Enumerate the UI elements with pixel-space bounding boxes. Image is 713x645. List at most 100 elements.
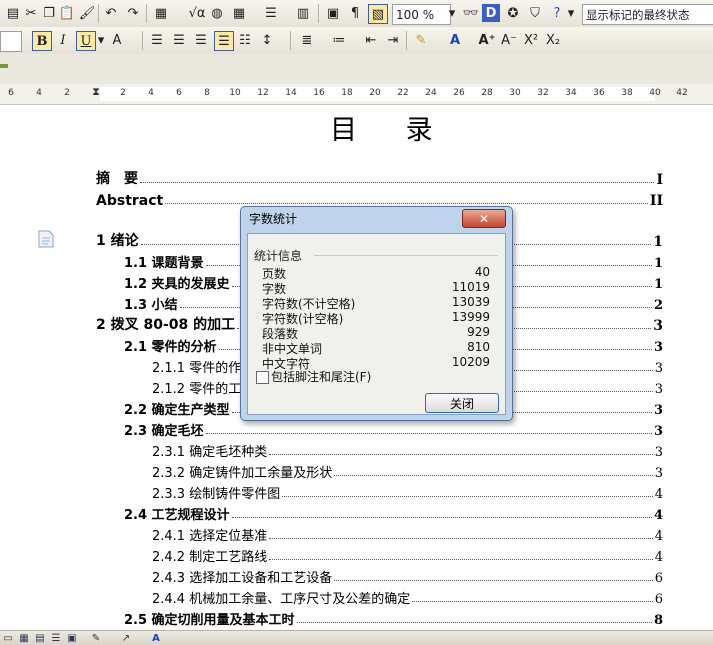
draw-icon[interactable]: ✎	[90, 632, 102, 644]
undo-icon[interactable]: ↶	[102, 4, 120, 22]
justify-icon[interactable]: ☰	[214, 31, 234, 51]
grow-font-icon[interactable]: A⁺	[478, 31, 496, 49]
distribute-icon[interactable]: ☷	[236, 31, 254, 49]
toc-page-number: 3	[653, 403, 663, 418]
toc-page-number: 1	[653, 256, 663, 271]
toc-entry-text: 2.4 工艺规程设计	[124, 508, 230, 523]
dialog-body: 统计信息 页数 40 字数 11019 字符数(不计空格) 13039 字符数(计空格…	[247, 233, 506, 415]
toc-entry-text: 1.3 小结	[124, 298, 178, 313]
outline-view-icon[interactable]: ☰	[50, 632, 62, 644]
toc-page-number: 1	[653, 277, 663, 292]
include-footnotes-label[interactable]: 包括脚注和尾注(F)	[271, 368, 371, 385]
include-footnotes-checkbox[interactable]	[256, 371, 269, 384]
toc-entry-text: 2 拨叉 80-08 的加工	[96, 317, 236, 333]
underline-dropdown-icon[interactable]: ▾	[96, 31, 106, 49]
copy-icon[interactable]: ❐	[40, 4, 58, 22]
more-icon[interactable]: ▾	[566, 4, 576, 22]
format-painter-icon[interactable]: 🖌	[78, 4, 96, 22]
toc-entry[interactable]: 2.5 确定切削用量及基本工时 8	[124, 607, 663, 628]
gift-icon[interactable]: ✪	[504, 4, 522, 22]
table-icon[interactable]: ▦	[230, 4, 248, 22]
show-hide-icon[interactable]: ¶	[346, 4, 364, 22]
align-left-icon[interactable]: ☰	[148, 31, 166, 49]
toc-page-number: 1	[653, 234, 663, 250]
toc-leader	[231, 517, 652, 518]
web-view-icon[interactable]: ▦	[18, 632, 30, 644]
print-view-icon[interactable]: ▤	[34, 632, 46, 644]
italic-button[interactable]: I	[54, 31, 72, 49]
toc-entry-text: 2.3.1 确定毛坯种类	[152, 445, 268, 460]
indent-marker[interactable]: ⧗	[86, 85, 106, 99]
toc-entry[interactable]: 2.4.4 机械加工余量、工序尺寸及公差的确定 6	[152, 586, 663, 607]
toc-page-number: I	[656, 172, 663, 188]
help-icon[interactable]: ?	[548, 4, 566, 22]
save-icon[interactable]: ▤	[4, 4, 22, 22]
align-center-icon[interactable]: ☰	[170, 31, 188, 49]
toc-page-number: 8	[653, 613, 663, 628]
toc-entry[interactable]: 2.3.1 确定毛坯种类 3	[152, 439, 663, 460]
zoom-dropdown-icon[interactable]: ▾	[447, 4, 457, 22]
equation-icon[interactable]: √α	[188, 4, 206, 22]
toc-entry[interactable]: 2.3.2 确定铸件加工余量及形状 3	[152, 460, 663, 481]
shrink-font-icon[interactable]: A⁻	[500, 31, 518, 49]
toc-entry-text: 2.1 零件的分析	[124, 340, 217, 355]
globe-icon[interactable]: ◍	[208, 4, 226, 22]
font-color-icon[interactable]: A	[446, 31, 464, 49]
shirt-icon[interactable]: ⛉	[526, 4, 544, 22]
toc-entry[interactable]: 2.4.3 选择加工设备和工艺设备 6	[152, 565, 663, 586]
increase-indent-icon[interactable]: ⇥	[384, 31, 402, 49]
chart-icon[interactable]: ▥	[294, 4, 312, 22]
toc-entry-text: 2.4.1 选择定位基准	[152, 529, 268, 544]
paste-icon[interactable]: 📋	[58, 4, 76, 22]
toc-page-number: 3	[654, 445, 663, 460]
dialog-close-button[interactable]: ✕	[462, 209, 506, 228]
toc-entry[interactable]: 2.3 确定毛坯 3	[124, 418, 663, 439]
bullets-icon[interactable]: ≔	[330, 31, 348, 49]
toolbar-handle[interactable]	[0, 64, 8, 68]
toc-entry[interactable]: 2.4.2 制定工艺路线 4	[152, 544, 663, 565]
toc-entry[interactable]: 2.4.1 选择定位基准 4	[152, 523, 663, 544]
superscript-icon[interactable]: X²	[522, 31, 540, 49]
zoom-select[interactable]: 100 %	[392, 4, 451, 25]
toc-entry[interactable]: 摘 要I	[96, 167, 663, 188]
toc-leader	[269, 454, 653, 455]
toc-leader	[205, 433, 652, 434]
bold-button[interactable]: B	[32, 31, 52, 51]
reading-view-icon[interactable]: ▣	[66, 632, 78, 644]
d-icon[interactable]: D	[482, 4, 500, 22]
horizontal-ruler[interactable]: 6 4 2 ⧗ 2 4 6 8 10 12 14 16 18 20 22 24 …	[0, 84, 713, 105]
insert-table-icon[interactable]: ▦	[152, 4, 170, 22]
stats-group-label: 统计信息	[254, 249, 303, 263]
toc-page-number: II	[649, 193, 663, 209]
align-right-icon[interactable]: ☰	[192, 31, 210, 49]
markup-view-select[interactable]: 显示标记的最终状态	[582, 4, 713, 25]
toc-page-number: 3	[653, 340, 663, 355]
underline-button[interactable]: U	[76, 31, 96, 51]
research-icon[interactable]: 👓	[462, 4, 480, 22]
text-color-icon[interactable]: A	[150, 632, 162, 644]
cut-icon[interactable]: ✂	[22, 4, 40, 22]
toc-entry-text: 摘 要	[96, 171, 138, 187]
subscript-icon[interactable]: X₂	[544, 31, 562, 49]
dialog-title: 字数统计	[249, 212, 298, 226]
toc-title: 目 录	[330, 115, 453, 146]
toc-leader	[140, 182, 655, 183]
normal-view-icon[interactable]: ▭	[2, 632, 14, 644]
redo-icon[interactable]: ↷	[124, 4, 142, 22]
stat-row-words: 字数 11019	[262, 280, 490, 296]
close-button[interactable]: 关闭	[425, 393, 499, 413]
toc-page-number: 3	[653, 318, 663, 334]
numbering-icon[interactable]: ≣	[298, 31, 316, 49]
word-count-icon[interactable]: ▧	[368, 4, 388, 24]
highlight-icon[interactable]: ✎	[412, 31, 430, 49]
line-spacing-icon[interactable]: ↕	[258, 31, 276, 49]
document-map-icon[interactable]: ▣	[324, 4, 342, 22]
toc-entry[interactable]: 2.4 工艺规程设计 4	[124, 502, 663, 523]
font-size-select[interactable]	[0, 31, 22, 52]
stat-row-chars-no-space: 字符数(不计空格) 13039	[262, 295, 490, 311]
font-effects-icon[interactable]: A	[108, 31, 126, 49]
columns-icon[interactable]: ☰	[262, 4, 280, 22]
toc-entry[interactable]: 2.3.3 绘制铸件零件图 4	[152, 481, 663, 502]
arrow-icon[interactable]: ↗	[120, 632, 132, 644]
decrease-indent-icon[interactable]: ⇤	[362, 31, 380, 49]
